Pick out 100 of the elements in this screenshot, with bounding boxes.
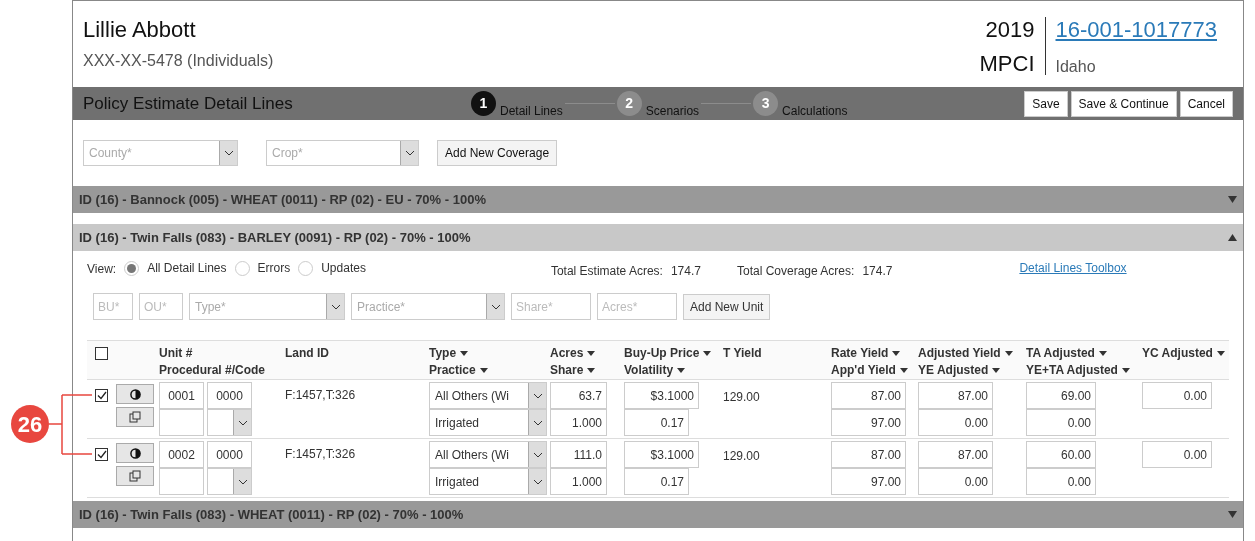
acres-field[interactable]: 63.7 [550,382,607,409]
coverage-section-header[interactable]: ID (16) - Twin Falls (083) - BARLEY (0091) - RP (02) - 70% - 100% [73,224,1243,251]
caret-icon [1121,368,1130,374]
code-field[interactable]: 0000 [207,441,252,468]
step-number[interactable]: 1 [471,91,496,116]
state-name: Idaho [1055,57,1097,77]
checkmark-icon [96,391,107,400]
column-header[interactable]: Volatility [624,362,686,379]
ye-adjusted-field[interactable]: 0.00 [918,409,993,436]
ye-ta-adjusted-field[interactable]: 0.00 [1026,468,1096,495]
column-header[interactable]: Acres [550,345,596,362]
share-field[interactable]: Share* [511,293,591,320]
column-header: Procedural #/Code [159,362,266,379]
checkbox[interactable] [95,448,108,461]
caret-icon [460,351,469,357]
chevron-down-icon [237,478,248,485]
code-select[interactable] [207,409,252,436]
total-value: 174.7 [670,263,701,280]
add-new-unit-button[interactable]: Add New Unit [683,293,771,320]
procedural-number-field[interactable] [159,468,204,495]
page-title: Policy Estimate Detail Lines [83,93,294,115]
toolbox-link[interactable]: Detail Lines Toolbox [1019,259,1127,277]
column-header[interactable]: TA Adjusted [1026,345,1107,362]
practice-select[interactable]: Irrigated [429,468,547,495]
add-new-coverage-button[interactable]: Add New Coverage [437,140,558,166]
yc-adjusted-field[interactable]: 0.00 [1142,382,1212,409]
view-radio-option[interactable]: Errors [234,259,291,277]
step-label[interactable]: Calculations [782,102,848,120]
column-header[interactable]: YE+TA Adjusted [1026,362,1130,379]
total-label: Total Estimate Acres: [550,263,663,280]
rate-yield-field[interactable]: 87.00 [831,382,906,409]
adjusted-yield-field[interactable]: 87.00 [918,382,993,409]
column-header[interactable]: Adjusted Yield [918,345,1013,362]
chevron-down-icon [532,478,543,485]
chevron-down-icon [532,419,543,426]
buy-up-price-field[interactable]: $3.1000 [624,382,699,409]
checkbox[interactable] [95,347,108,360]
caret-icon [587,351,596,357]
type-select[interactable]: All Others (Wi [429,441,547,468]
type-select[interactable]: All Others (Wi [429,382,547,409]
unit-number-field[interactable]: 0001 [159,382,204,409]
toolbar-button[interactable]: Save & Continue [1070,90,1177,117]
toolbar-button[interactable]: Cancel [1179,90,1233,117]
crop-year: 2019 [985,17,1035,43]
step-label[interactable]: Detail Lines [500,102,563,120]
column-header[interactable]: YC Adjusted [1142,345,1225,362]
column-header[interactable]: App'd Yield [831,362,908,379]
copy-icon [129,411,141,423]
program-name: MPCI [979,51,1035,77]
ye-ta-adjusted-field[interactable]: 0.00 [1026,409,1096,436]
adjusted-yield-field[interactable]: 87.00 [918,441,993,468]
appd-yield-field[interactable]: 97.00 [831,409,906,436]
acres-field[interactable]: Acres* [597,293,677,320]
share-field[interactable]: 1.000 [550,409,607,436]
checkbox[interactable] [95,389,108,402]
caret-icon [703,351,712,357]
rate-yield-field[interactable]: 87.00 [831,441,906,468]
ye-adjusted-field[interactable]: 0.00 [918,468,993,495]
code-select[interactable] [207,468,252,495]
column-header[interactable]: Share [550,362,596,379]
t-yield: 129.00 [723,389,761,406]
contrast-button[interactable] [116,443,154,463]
caret-icon [992,368,1001,374]
yc-adjusted-field[interactable]: 0.00 [1142,441,1212,468]
caret-icon [892,351,901,357]
column-header[interactable]: YE Adjusted [918,362,1001,379]
view-radio-option[interactable]: All Detail Lines [124,259,227,277]
column-header[interactable]: Type [429,345,469,362]
view-radio-option[interactable]: Updates [298,259,366,277]
coverage-section-header[interactable]: ID (16) - Twin Falls (083) - WHEAT (0011) - RP (02) - 70% - 100% [73,501,1243,528]
column-header: T Yield [723,345,762,362]
contrast-button[interactable] [116,384,154,404]
column-header[interactable]: Rate Yield [831,345,901,362]
acres-field[interactable]: 111.0 [550,441,607,468]
appd-yield-field[interactable]: 97.00 [831,468,906,495]
volatility-field[interactable]: 0.17 [624,409,689,436]
volatility-field[interactable]: 0.17 [624,468,689,495]
toolbar-button[interactable]: Save [1024,90,1068,117]
procedural-number-field[interactable] [159,409,204,436]
coverage-section-header[interactable]: ID (16) - Bannock (005) - WHEAT (0011) - RP (02) - EU - 70% - 100% [73,186,1243,213]
code-field[interactable]: 0000 [207,382,252,409]
land-id: F:1457,T:326 [285,446,357,463]
bu-field[interactable]: BU* [93,293,133,320]
column-header[interactable]: Buy-Up Price [624,345,712,362]
practice-select[interactable]: Irrigated [429,409,547,436]
column-header[interactable]: Practice [429,362,488,379]
chevron-down-icon [532,451,543,458]
unit-number-field[interactable]: 0002 [159,441,204,468]
section-title: ID (16) - Twin Falls (083) - BARLEY (0091) - RP (02) - 70% - 100% [79,228,471,247]
land-id: F:1457,T:326 [285,387,357,404]
buy-up-price-field[interactable]: $3.1000 [624,441,699,468]
share-field[interactable]: 1.000 [550,468,607,495]
section-title: ID (16) - Twin Falls (083) - WHEAT (0011) - RP (02) - 70% - 100% [79,505,464,524]
triangle-down-icon [1228,196,1237,203]
step-label[interactable]: Scenarios [645,102,700,120]
ou-field[interactable]: OU* [139,293,183,320]
ta-adjusted-field[interactable]: 60.00 [1026,441,1096,468]
person-name: Lillie Abbott [83,17,197,43]
ta-adjusted-field[interactable]: 69.00 [1026,382,1096,409]
policy-number-link[interactable]: 16-001-1017773 [1055,17,1217,43]
